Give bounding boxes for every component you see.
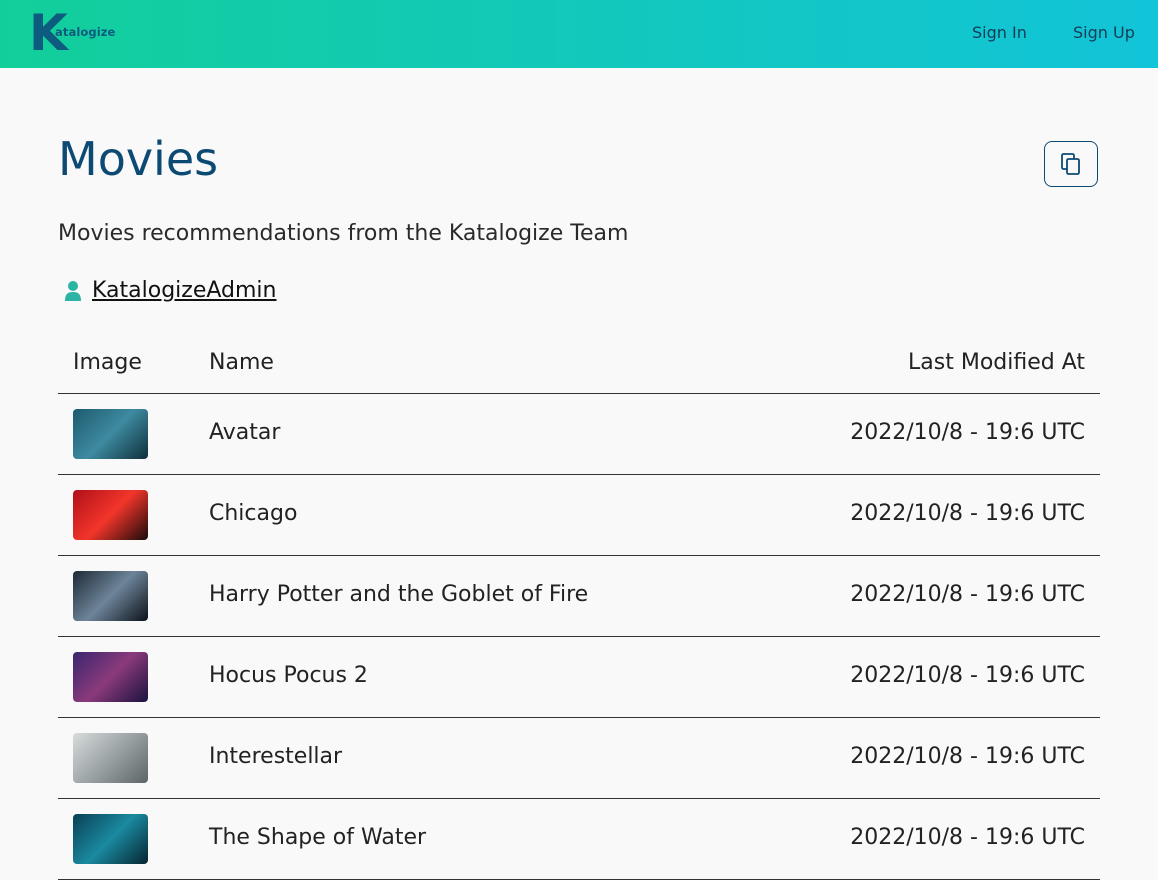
table-row[interactable]: The Shape of Water 2022/10/8 - 19:6 UTC bbox=[58, 799, 1100, 880]
user-icon bbox=[64, 280, 82, 302]
copy-icon bbox=[1061, 153, 1080, 175]
movie-thumbnail bbox=[73, 571, 148, 621]
logo-text: atalogize bbox=[55, 25, 116, 39]
table-row[interactable]: Avatar 2022/10/8 - 19:6 UTC bbox=[58, 394, 1100, 475]
last-modified-date: 2022/10/8 - 19:6 UTC bbox=[850, 825, 1085, 850]
table-row[interactable]: Chicago 2022/10/8 - 19:6 UTC bbox=[58, 475, 1100, 556]
sign-up-link[interactable]: Sign Up bbox=[1073, 23, 1135, 42]
katalogize-logo[interactable]: K atalogize bbox=[29, 8, 119, 58]
movie-name: Avatar bbox=[209, 420, 281, 445]
movie-thumbnail bbox=[73, 490, 148, 540]
last-modified-date: 2022/10/8 - 19:6 UTC bbox=[850, 663, 1085, 688]
last-modified-date: 2022/10/8 - 19:6 UTC bbox=[850, 582, 1085, 607]
table-header: Image Name Last Modified At bbox=[58, 338, 1100, 394]
movie-name: Interestellar bbox=[209, 744, 343, 769]
table-row[interactable]: Interestellar 2022/10/8 - 19:6 UTC bbox=[58, 718, 1100, 799]
movie-thumbnail bbox=[73, 409, 148, 459]
author-info: KatalogizeAdmin bbox=[64, 278, 276, 303]
column-header-image[interactable]: Image bbox=[73, 350, 142, 375]
movie-name: The Shape of Water bbox=[209, 825, 427, 850]
movie-name: Chicago bbox=[209, 501, 298, 526]
movie-thumbnail bbox=[73, 652, 148, 702]
movie-name: Hocus Pocus 2 bbox=[209, 663, 368, 688]
movie-thumbnail bbox=[73, 814, 148, 864]
table-row[interactable]: Harry Potter and the Goblet of Fire 2022/… bbox=[58, 556, 1100, 637]
page-title: Movies bbox=[58, 132, 219, 186]
collection-description: Movies recommendations from the Katalogi… bbox=[58, 221, 629, 246]
column-header-last-modified[interactable]: Last Modified At bbox=[908, 350, 1085, 375]
movie-name: Harry Potter and the Goblet of Fire bbox=[209, 582, 589, 607]
copy-button[interactable] bbox=[1044, 141, 1098, 187]
column-header-name[interactable]: Name bbox=[209, 350, 274, 375]
sign-in-link[interactable]: Sign In bbox=[972, 23, 1027, 42]
table-row[interactable]: Hocus Pocus 2 2022/10/8 - 19:6 UTC bbox=[58, 637, 1100, 718]
last-modified-date: 2022/10/8 - 19:6 UTC bbox=[850, 501, 1085, 526]
top-navbar: K atalogize Sign In Sign Up bbox=[0, 0, 1158, 68]
last-modified-date: 2022/10/8 - 19:6 UTC bbox=[850, 744, 1085, 769]
last-modified-date: 2022/10/8 - 19:6 UTC bbox=[850, 420, 1085, 445]
author-link[interactable]: KatalogizeAdmin bbox=[92, 278, 276, 303]
movie-thumbnail bbox=[73, 733, 148, 783]
movies-table: Image Name Last Modified At Avatar 2022/1… bbox=[58, 338, 1100, 880]
